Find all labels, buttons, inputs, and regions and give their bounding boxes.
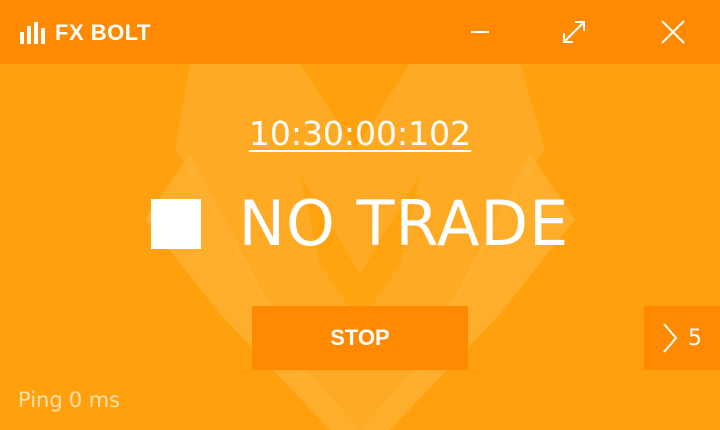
title-bar[interactable]: FX BOLT — [0, 0, 720, 64]
signal-bars-icon — [20, 22, 45, 44]
next-count: 5 — [688, 325, 702, 351]
next-button[interactable]: 5 — [644, 306, 720, 370]
status-label: NO TRADE — [238, 187, 570, 260]
close-button[interactable] — [653, 12, 693, 52]
brand: FX BOLT — [20, 19, 151, 47]
minimize-button[interactable] — [460, 12, 500, 52]
close-icon — [661, 20, 685, 44]
stop-button[interactable]: STOP — [252, 306, 468, 370]
app-name: FX BOLT — [55, 20, 151, 45]
maximize-button[interactable] — [554, 12, 594, 52]
expand-icon — [563, 21, 585, 43]
server-clock[interactable]: 10:30:00:102 — [0, 114, 720, 153]
ping-status: Ping 0 ms — [18, 388, 120, 412]
ping-value: 0 ms — [68, 388, 121, 412]
ping-label: Ping — [18, 388, 63, 412]
chevron-right-icon — [663, 323, 678, 353]
stop-square-icon — [150, 199, 201, 249]
minimize-icon — [471, 31, 489, 33]
trade-status: NO TRADE — [0, 188, 720, 260]
